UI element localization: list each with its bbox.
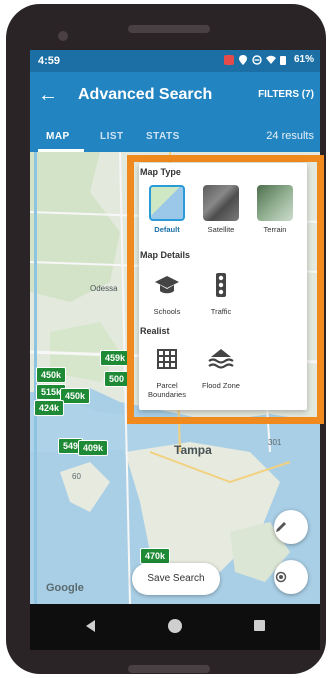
satellite-map-icon	[203, 185, 239, 221]
battery-percentage: 61%	[293, 54, 314, 65]
map-type-satellite[interactable]: Satellite	[196, 185, 246, 234]
map-details-heading: Map Details	[140, 250, 191, 260]
arrow-left-icon[interactable]: ←	[38, 84, 58, 106]
notification-icon	[223, 54, 234, 65]
location-icon	[238, 54, 248, 65]
page-title: Advanced Search	[78, 86, 213, 103]
terrain-map-icon	[257, 185, 293, 221]
map-options-popup: Map Type Default Satellite Terrain Map D…	[139, 163, 307, 410]
map-label-odessa: Odessa	[90, 284, 118, 293]
map-type-default-label: Default	[154, 225, 180, 234]
results-count: 24 results	[266, 130, 314, 142]
nav-back-icon[interactable]	[86, 620, 95, 632]
nav-recents-icon[interactable]	[254, 620, 265, 631]
dnd-icon	[252, 54, 262, 65]
status-time: 4:59	[38, 55, 61, 67]
crosshair-icon	[275, 571, 287, 583]
price-pin[interactable]: 470k	[140, 548, 171, 564]
map-type-default[interactable]: Default	[142, 185, 192, 234]
price-pin[interactable]: 409k	[78, 440, 109, 456]
realist-heading: Realist	[140, 326, 170, 336]
map-detail-traffic-label: Traffic	[210, 307, 232, 316]
flood-icon	[203, 341, 239, 377]
filters-button[interactable]: FILTERS (7)	[258, 89, 314, 100]
map-type-heading: Map Type	[140, 167, 181, 177]
wifi-icon	[265, 55, 276, 65]
grid-icon	[149, 341, 185, 377]
pencil-icon	[276, 522, 286, 532]
map-detail-traffic[interactable]: Traffic	[196, 267, 246, 316]
price-pin[interactable]: 500	[104, 371, 130, 387]
price-pin[interactable]: 450k	[60, 388, 91, 404]
nav-home-icon[interactable]	[168, 619, 182, 633]
tab-map[interactable]: MAP	[46, 131, 70, 142]
traffic-light-icon	[203, 267, 239, 303]
road-label-60: 60	[72, 472, 81, 481]
tab-bar: MAP LIST STATS 24 results	[30, 122, 320, 152]
tab-stats[interactable]: STATS	[146, 131, 180, 142]
realist-parcel-boundaries-label: Parcel Boundaries	[148, 381, 186, 399]
map-detail-schools-label: Schools	[153, 307, 181, 316]
earpiece-speaker	[128, 25, 210, 33]
map-type-terrain-label: Terrain	[263, 225, 287, 234]
save-search-button[interactable]: Save Search	[132, 563, 220, 595]
road-label-301: 301	[268, 438, 282, 447]
realist-flood-zone[interactable]: Flood Zone	[196, 341, 246, 390]
battery-icon	[279, 55, 290, 65]
bottom-speaker	[128, 665, 210, 673]
my-location-fab[interactable]	[274, 560, 308, 594]
map-type-terrain[interactable]: Terrain	[250, 185, 300, 234]
app-bar: ← Advanced Search FILTERS (7)	[30, 72, 320, 122]
map-type-satellite-label: Satellite	[207, 225, 235, 234]
realist-flood-zone-label: Flood Zone	[202, 381, 240, 390]
map-detail-schools[interactable]: Schools	[142, 267, 192, 316]
graduation-cap-icon	[149, 267, 185, 303]
status-bar: 4:59 61%	[30, 50, 320, 72]
tab-list[interactable]: LIST	[100, 131, 124, 142]
google-logo: Google	[46, 582, 84, 594]
default-map-icon	[149, 185, 185, 221]
draw-fab[interactable]	[274, 510, 308, 544]
price-pin[interactable]: 424k	[34, 400, 65, 416]
price-pin[interactable]: 450k	[36, 367, 67, 383]
realist-parcel-boundaries[interactable]: Parcel Boundaries	[142, 341, 192, 399]
front-camera	[58, 31, 68, 41]
map-label-tampa: Tampa	[174, 443, 212, 457]
price-pin[interactable]: 459k	[100, 350, 131, 366]
android-nav-bar	[30, 604, 320, 650]
status-icons: 61%	[223, 54, 314, 65]
